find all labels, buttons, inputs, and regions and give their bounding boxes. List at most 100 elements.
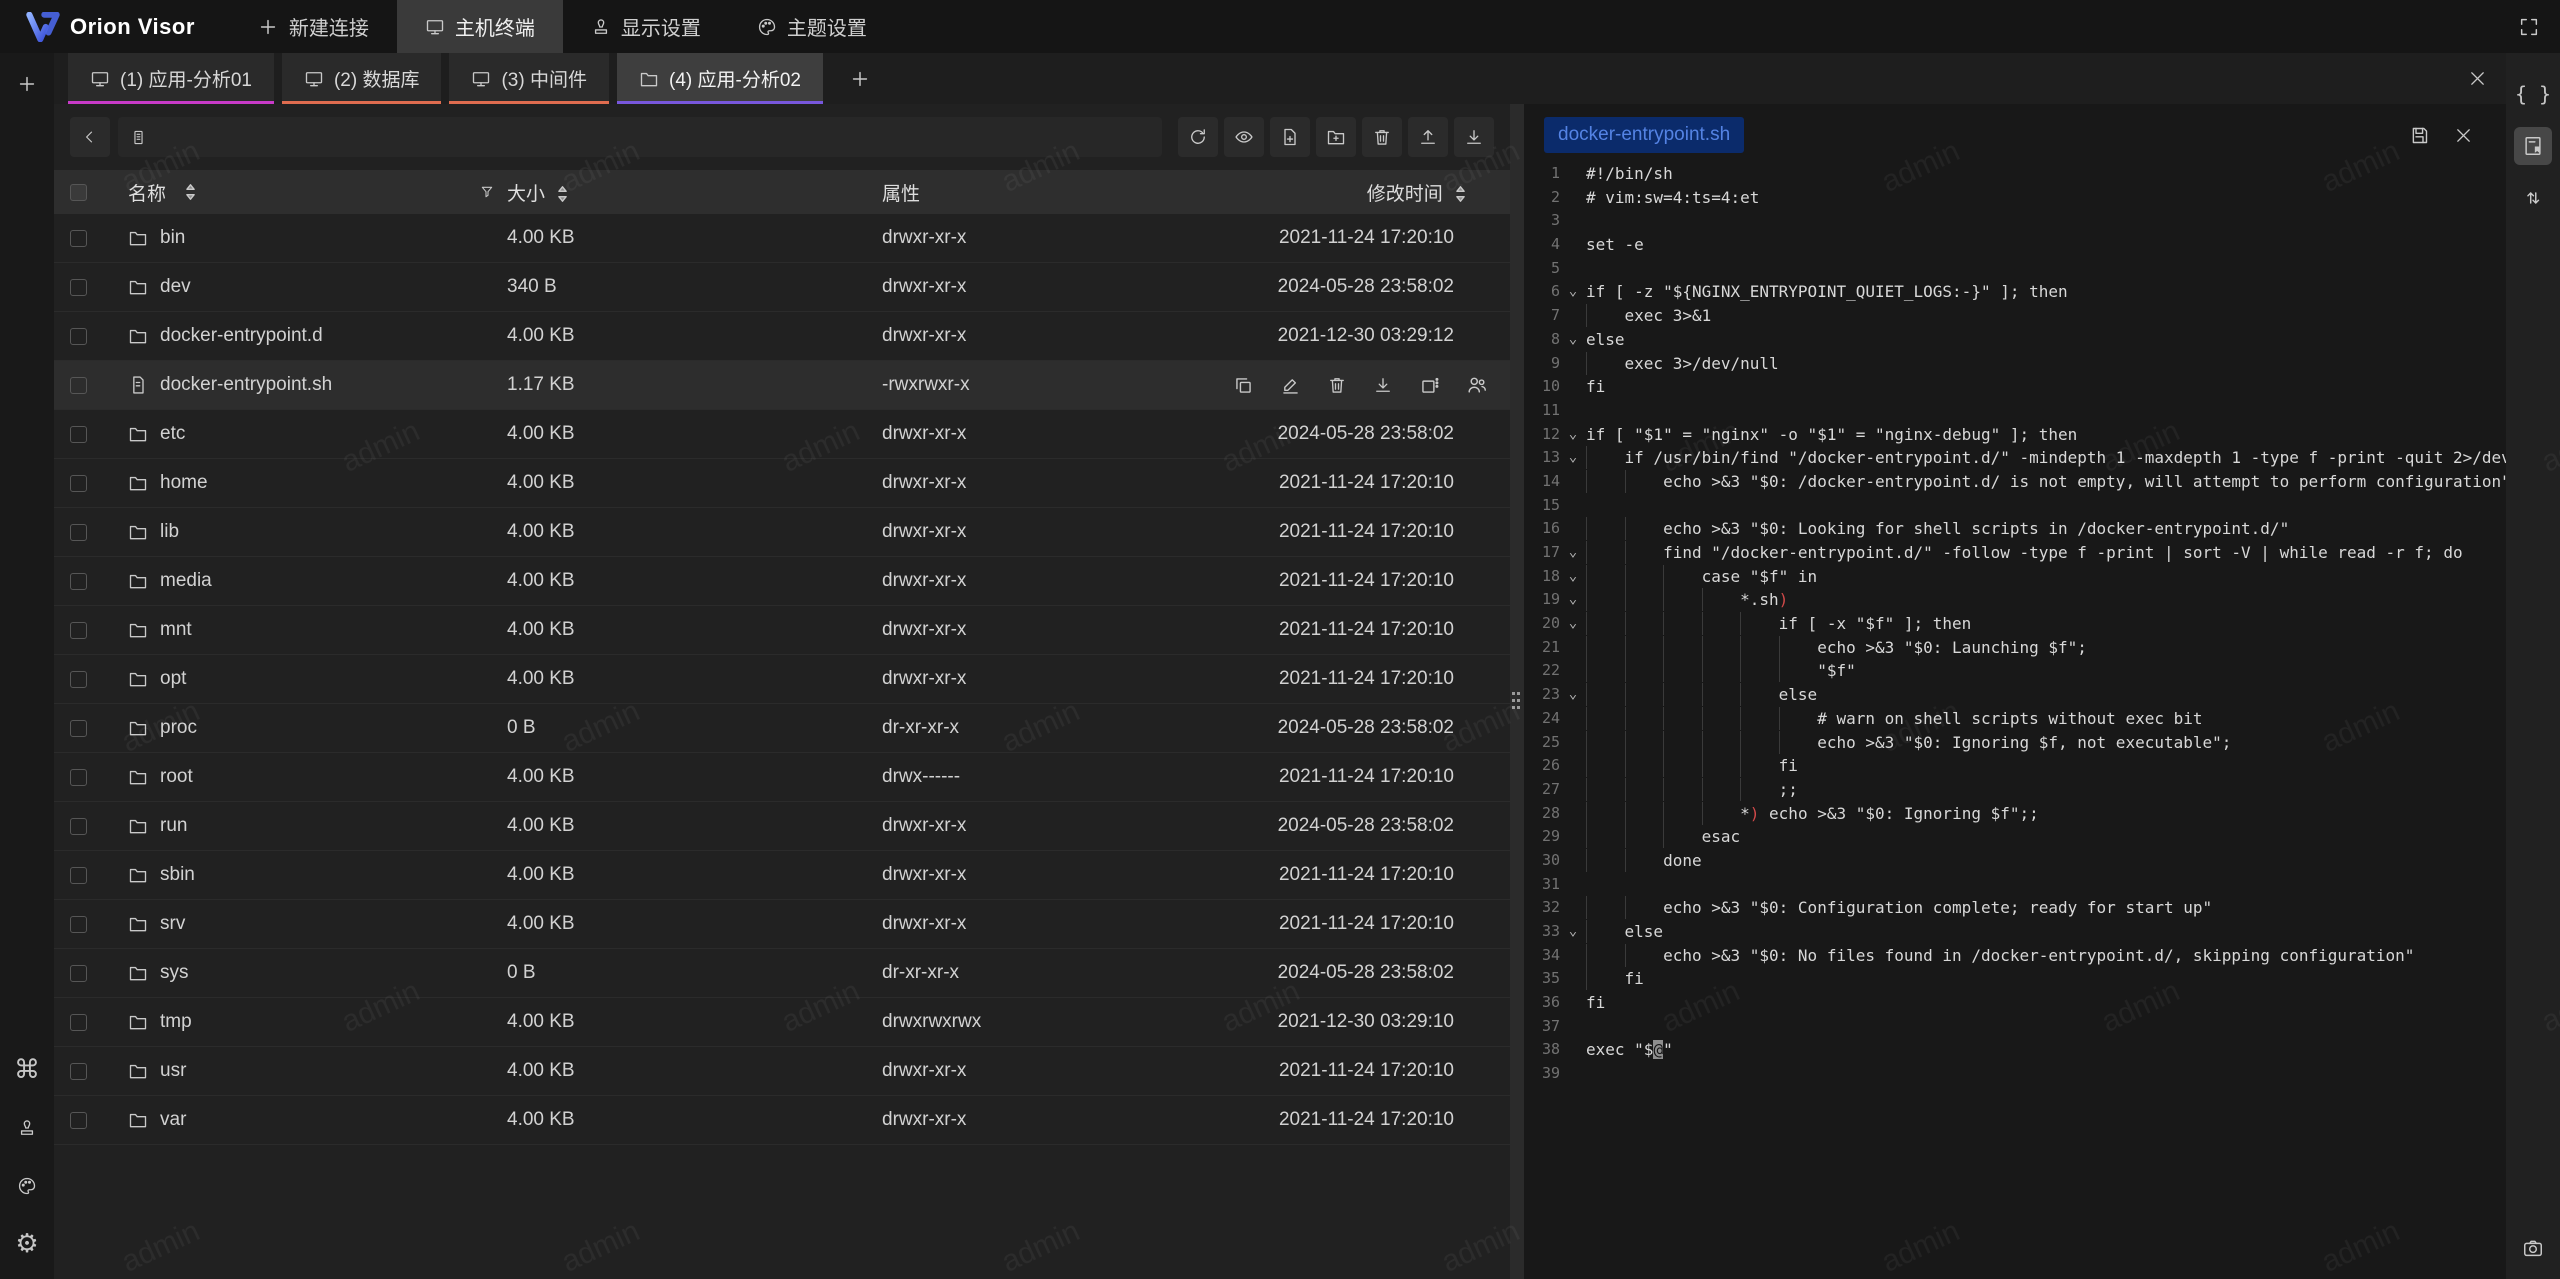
menu-item-4[interactable]: 主题设置 (729, 0, 895, 53)
row-checkbox[interactable] (70, 1014, 87, 1031)
copy-icon[interactable] (1233, 375, 1254, 396)
file-name[interactable]: var (160, 1109, 186, 1131)
row-checkbox[interactable] (70, 573, 87, 590)
file-name[interactable]: opt (160, 668, 186, 690)
row-checkbox[interactable] (70, 916, 87, 933)
file-name[interactable]: dev (160, 276, 191, 298)
users-icon[interactable] (1466, 374, 1488, 396)
tab-bar-close-button[interactable] (2467, 53, 2506, 104)
row-checkbox[interactable] (70, 622, 87, 639)
menu-item-2[interactable]: 主机终端 (397, 0, 563, 53)
file-name[interactable]: etc (160, 423, 185, 445)
file-name[interactable]: tmp (160, 1011, 192, 1033)
table-row[interactable]: tmp4.00 KBdrwxrwxrwx2021-12-30 03:29:10 (54, 998, 1510, 1047)
row-checkbox[interactable] (70, 720, 87, 737)
download-button[interactable] (1454, 117, 1494, 157)
new-folder-button[interactable] (1316, 117, 1356, 157)
stamp-rail-button[interactable] (8, 1109, 46, 1147)
row-checkbox[interactable] (70, 426, 87, 443)
table-row[interactable]: media4.00 KBdrwxr-xr-x2021-11-24 17:20:1… (54, 557, 1510, 606)
palette-rail-button[interactable] (8, 1167, 46, 1205)
fold-chevron-icon[interactable]: ⌄ (1560, 612, 1586, 636)
file-name[interactable]: sys (160, 962, 189, 984)
select-all-checkbox[interactable] (70, 184, 87, 201)
terminal-tab-2[interactable]: (2) 数据库 (282, 53, 442, 104)
sort-vertical-rail-button[interactable] (2514, 179, 2552, 217)
row-checkbox[interactable] (70, 867, 87, 884)
file-bookmark-rail-button[interactable] (2514, 127, 2552, 165)
row-checkbox[interactable] (70, 524, 87, 541)
plus-rail-button[interactable] (8, 65, 46, 103)
row-checkbox[interactable] (70, 328, 87, 345)
braces-rail-button[interactable]: { } (2514, 75, 2552, 113)
column-header-name[interactable]: 名称 (128, 179, 166, 206)
dots-square-icon[interactable] (1419, 375, 1440, 396)
brand[interactable]: Orion Visor (0, 0, 229, 53)
terminal-tab-4[interactable]: (4) 应用-分析02 (617, 53, 823, 104)
column-header-time[interactable]: 修改时间 (1367, 184, 1443, 205)
table-row[interactable]: dev340 Bdrwxr-xr-x2024-05-28 23:58:02 (54, 263, 1510, 312)
row-checkbox[interactable] (70, 671, 87, 688)
fold-chevron-icon[interactable]: ⌄ (1560, 446, 1586, 470)
table-row[interactable]: proc0 Bdr-xr-xr-x2024-05-28 23:58:02 (54, 704, 1510, 753)
sort-icon[interactable] (557, 185, 568, 203)
fullscreen-button[interactable] (2518, 16, 2540, 38)
new-file-button[interactable] (1270, 117, 1310, 157)
fold-chevron-icon[interactable]: ⌄ (1560, 328, 1586, 352)
menu-item-1[interactable]: 新建连接 (229, 0, 397, 53)
file-name[interactable]: media (160, 570, 212, 592)
file-name[interactable]: proc (160, 717, 197, 739)
table-row[interactable]: sbin4.00 KBdrwxr-xr-x2021-11-24 17:20:10 (54, 851, 1510, 900)
file-name[interactable]: root (160, 766, 193, 788)
editor-close-button[interactable] (2446, 118, 2480, 152)
table-row[interactable]: bin4.00 KBdrwxr-xr-x2021-11-24 17:20:10 (54, 214, 1510, 263)
editor-file-tab[interactable]: docker-entrypoint.sh (1544, 117, 1744, 153)
file-name[interactable]: docker-entrypoint.d (160, 325, 323, 347)
fold-chevron-icon[interactable]: ⌄ (1560, 280, 1586, 304)
close-icon[interactable] (2467, 68, 2488, 89)
command-rail-button[interactable]: ⌘ (8, 1051, 46, 1089)
table-row[interactable]: usr4.00 KBdrwxr-xr-x2021-11-24 17:20:10 (54, 1047, 1510, 1096)
table-row[interactable]: docker-entrypoint.d4.00 KBdrwxr-xr-x2021… (54, 312, 1510, 361)
file-name[interactable]: run (160, 815, 187, 837)
row-checkbox[interactable] (70, 1112, 87, 1129)
row-checkbox[interactable] (70, 818, 87, 835)
row-checkbox[interactable] (70, 230, 87, 247)
eye-button[interactable] (1224, 117, 1264, 157)
filter-funnel-icon[interactable] (479, 184, 495, 200)
gear-rail-button[interactable]: ⚙ (8, 1225, 46, 1263)
file-name[interactable]: sbin (160, 864, 195, 886)
upload-button[interactable] (1408, 117, 1448, 157)
fold-chevron-icon[interactable]: ⌄ (1560, 683, 1586, 707)
row-checkbox[interactable] (70, 965, 87, 982)
path-input[interactable] (155, 127, 1150, 147)
row-checkbox[interactable] (70, 279, 87, 296)
row-checkbox[interactable] (70, 475, 87, 492)
row-checkbox[interactable] (70, 769, 87, 786)
file-name[interactable]: mnt (160, 619, 192, 641)
table-row[interactable]: home4.00 KBdrwxr-xr-x2021-11-24 17:20:10 (54, 459, 1510, 508)
file-name[interactable]: home (160, 472, 208, 494)
sort-icon[interactable] (185, 183, 196, 201)
fold-chevron-icon[interactable]: ⌄ (1560, 920, 1586, 944)
table-row[interactable]: mnt4.00 KBdrwxr-xr-x2021-11-24 17:20:10 (54, 606, 1510, 655)
save-button[interactable] (2402, 118, 2436, 152)
new-tab-button[interactable] (831, 53, 889, 104)
fullscreen-icon[interactable] (2518, 16, 2540, 38)
table-row[interactable]: opt4.00 KBdrwxr-xr-x2021-11-24 17:20:10 (54, 655, 1510, 704)
table-row[interactable]: lib4.00 KBdrwxr-xr-x2021-11-24 17:20:10 (54, 508, 1510, 557)
camera-rail-button[interactable] (2514, 1229, 2552, 1267)
file-name[interactable]: srv (160, 913, 185, 935)
file-name[interactable]: lib (160, 521, 179, 543)
download-icon[interactable] (1373, 375, 1393, 395)
row-checkbox[interactable] (70, 1063, 87, 1080)
back-button[interactable] (70, 117, 110, 157)
path-input-box[interactable] (118, 117, 1162, 157)
panel-splitter[interactable] (1510, 104, 1524, 1279)
terminal-tab-3[interactable]: (3) 中间件 (449, 53, 609, 104)
table-row[interactable]: etc4.00 KBdrwxr-xr-x2024-05-28 23:58:02 (54, 410, 1510, 459)
fold-chevron-icon[interactable]: ⌄ (1560, 565, 1586, 589)
table-row[interactable]: root4.00 KBdrwx------2021-11-24 17:20:10 (54, 753, 1510, 802)
menu-item-3[interactable]: 显示设置 (563, 0, 729, 53)
pencil-icon[interactable] (1280, 375, 1301, 396)
